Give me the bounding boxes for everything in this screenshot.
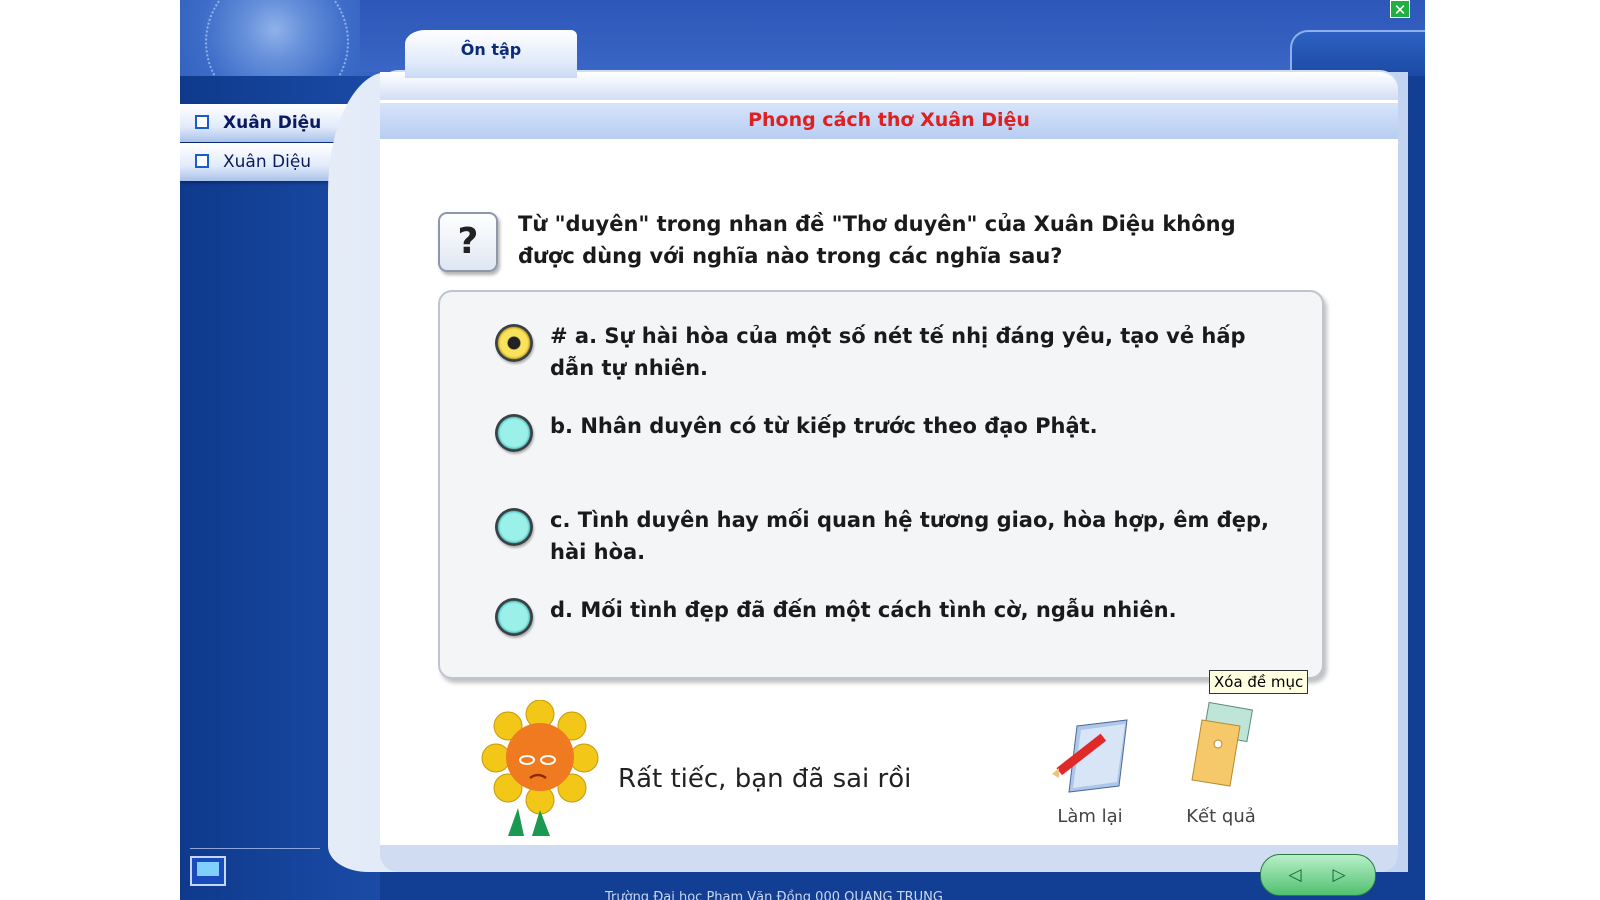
prev-arrow-icon[interactable]: ◁ [1275,861,1315,889]
tab-on-tap[interactable]: Ôn tập [405,30,577,78]
option-text: c. Tình duyên hay mối quan hệ tương giao… [550,508,1269,564]
tab-label: Ôn tập [460,40,522,59]
radio-selected-icon[interactable] [495,324,533,362]
radio-icon[interactable] [495,598,533,636]
result-button[interactable]: Kết quả [1166,701,1276,842]
checkbox-icon [195,154,209,168]
option-text: # a. Sự hài hòa của một số nét tế nhị đá… [550,324,1246,380]
retry-button[interactable]: Làm lại [1035,712,1145,842]
radio-icon[interactable] [495,508,533,546]
monitor-icon[interactable] [190,856,226,886]
result-label: Kết quả [1186,806,1256,827]
feedback-text: Rất tiếc, bạn đã sai rồi [618,764,912,794]
envelope-icon [1191,701,1254,787]
sad-sunflower-icon [481,700,599,836]
divider [190,848,320,849]
option-text: b. Nhân duyên có từ kiếp trước theo đạo … [550,414,1098,438]
navigation-pill: ◁ ▷ [1260,854,1376,896]
question-icon: ? [438,212,498,272]
panel-title-bar: Phong cách thơ Xuân Diệu [380,103,1398,139]
sidebar-item-label: Xuân Diệu [223,113,322,133]
notebook-pencil-icon [1052,719,1128,793]
next-arrow-icon[interactable]: ▷ [1319,861,1359,889]
radio-icon[interactable] [495,414,533,452]
checkbox-icon [195,115,209,129]
close-icon[interactable]: ✕ [1390,0,1410,19]
footer-text: Trường Đại học Phạm Văn Đồng 000 QUANG T… [605,890,943,900]
panel-title: Phong cách thơ Xuân Diệu [748,109,1030,131]
tooltip: Xóa đề mục [1209,670,1309,694]
retry-label: Làm lại [1057,806,1123,827]
answer-options-box: # a. Sự hài hòa của một số nét tế nhị đá… [438,290,1324,679]
question-text: Từ "duyên" trong nhan đề "Thơ duyên" của… [518,212,1236,268]
sidebar-item-label: Xuân Diệu [223,152,312,172]
app-window: ✕ Xuân Diệu Xuân Diệu Ôn tập Phong cách … [180,0,1425,900]
option-text: d. Mối tình đẹp đã đến một cách tình cờ,… [550,598,1177,622]
